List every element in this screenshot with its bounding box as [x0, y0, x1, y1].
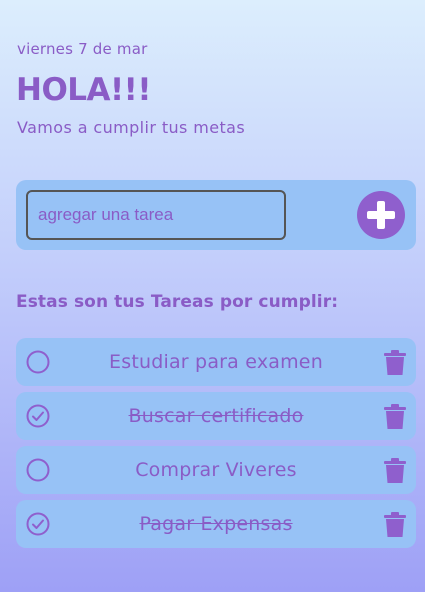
- task-input[interactable]: [26, 190, 286, 240]
- check-circle-icon[interactable]: [26, 404, 50, 428]
- trash-icon[interactable]: [384, 512, 406, 537]
- task-item: Pagar Expensas: [16, 500, 416, 548]
- trash-icon[interactable]: [384, 404, 406, 429]
- trash-icon[interactable]: [384, 458, 406, 483]
- trash-icon[interactable]: [384, 350, 406, 375]
- date-label: viernes 7 de mar: [17, 40, 148, 58]
- add-task-panel: [16, 180, 416, 250]
- page-title: HOLA!!!: [16, 72, 151, 108]
- add-task-button[interactable]: [357, 191, 405, 239]
- task-text: Pagar Expensas: [139, 513, 293, 535]
- page-subtitle: Vamos a cumplir tus metas: [17, 118, 246, 137]
- task-list: Estudiar para examen Buscar certificado …: [16, 338, 416, 554]
- task-item: Estudiar para examen: [16, 338, 416, 386]
- task-text: Comprar Viveres: [135, 459, 297, 481]
- task-item: Comprar Viveres: [16, 446, 416, 494]
- circle-icon[interactable]: [26, 350, 50, 374]
- section-heading: Estas son tus Tareas por cumplir:: [16, 292, 339, 312]
- task-text: Buscar certificado: [128, 405, 304, 427]
- task-text: Estudiar para examen: [109, 351, 323, 373]
- task-item: Buscar certificado: [16, 392, 416, 440]
- circle-icon[interactable]: [26, 458, 50, 482]
- check-circle-icon[interactable]: [26, 512, 50, 536]
